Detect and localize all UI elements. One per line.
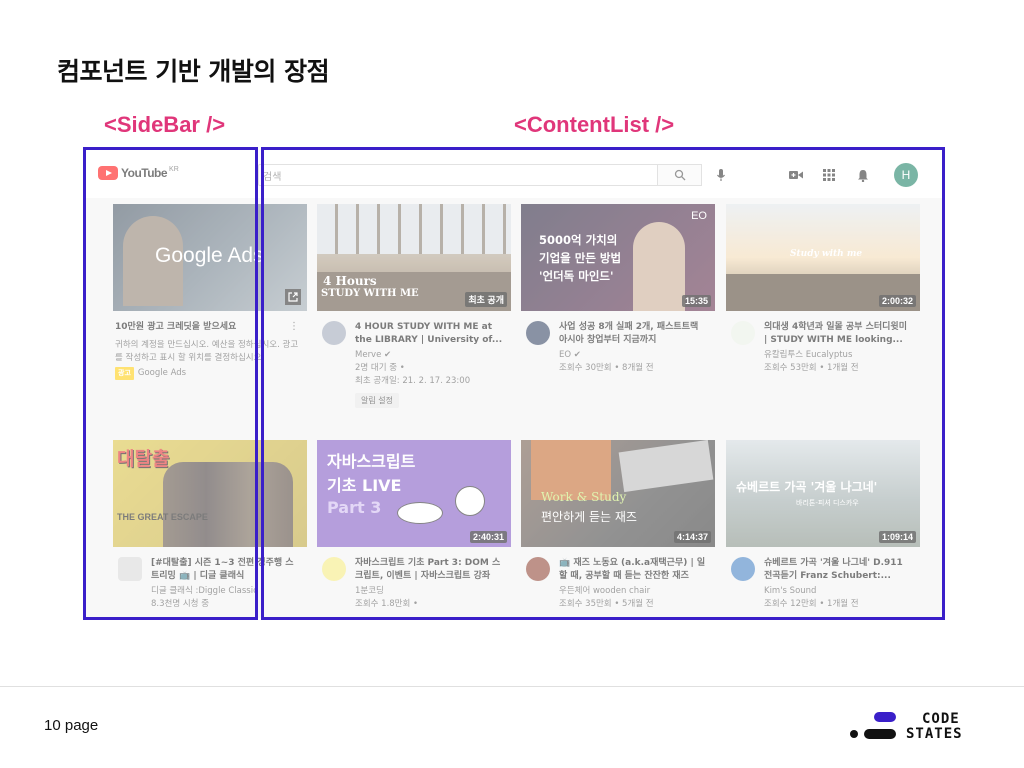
- codestates-logo-line2: STATES: [906, 726, 963, 742]
- sidebar-component-label: <SideBar />: [104, 112, 226, 137]
- page-number: 10 page: [44, 717, 99, 734]
- codestates-logo-icon: [850, 712, 896, 739]
- codestates-logo-line1: CODE: [922, 711, 960, 727]
- sidebar-component-outline: [83, 147, 258, 620]
- slide-title: 컴포넌트 기반 개발의 장점: [57, 57, 330, 86]
- contentlist-component-outline: [261, 147, 945, 620]
- codestates-logo: CODE STATES: [848, 710, 978, 744]
- footer-divider: [0, 686, 1024, 687]
- contentlist-component-label: <ContentList />: [514, 112, 675, 137]
